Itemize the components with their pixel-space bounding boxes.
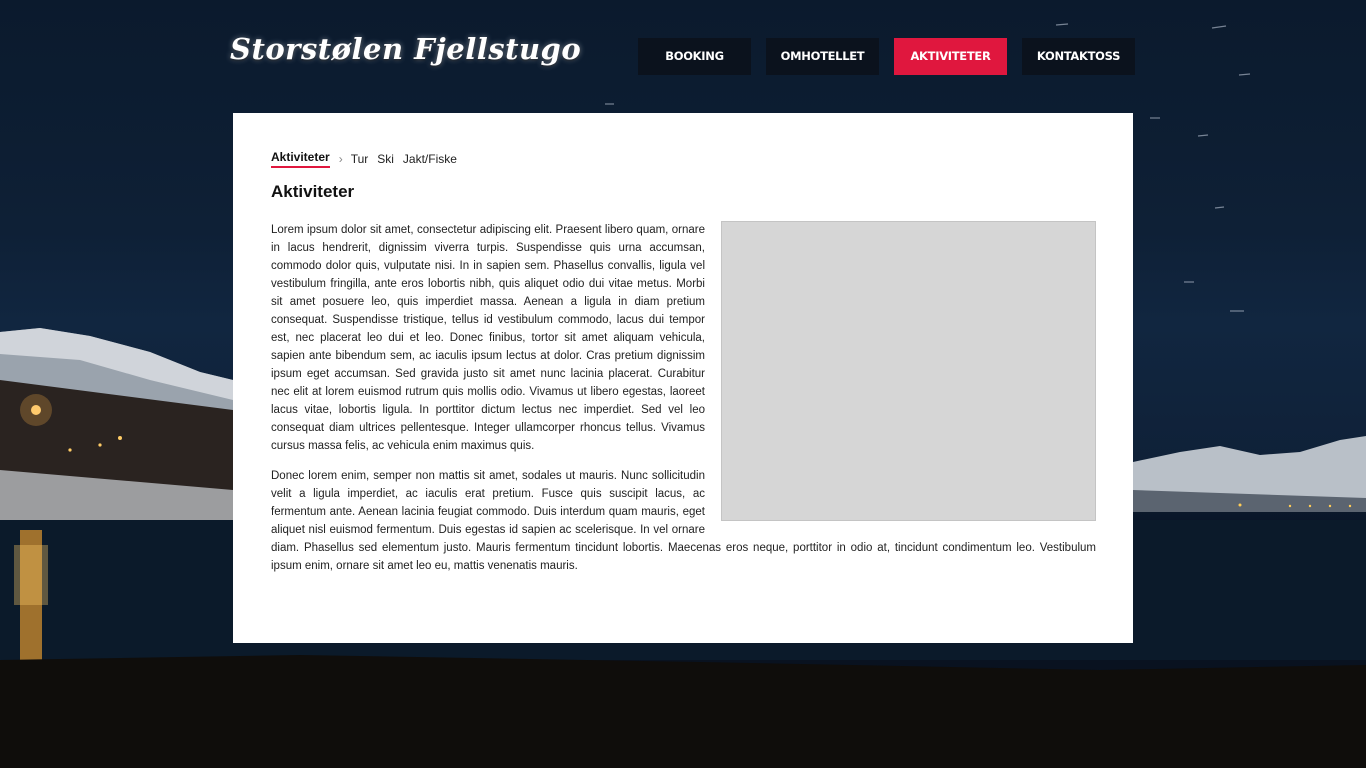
main-navigation: BOOKING OMHOTELLET AKTIVITETER KONTAKTOS…: [638, 38, 1135, 75]
breadcrumb: Aktiviteter › Tur Ski Jakt/Fiske: [271, 150, 466, 168]
nav-booking[interactable]: BOOKING: [638, 38, 751, 75]
breadcrumb-chevron-icon: ›: [338, 152, 343, 166]
content-panel: Aktiviteter › Tur Ski Jakt/Fiske Aktivit…: [233, 113, 1133, 643]
image-placeholder: [721, 221, 1096, 521]
nav-kontaktoss[interactable]: KONTAKTOSS: [1022, 38, 1135, 75]
nav-aktiviteter[interactable]: AKTIVITETER: [894, 38, 1007, 75]
site-logo[interactable]: Storstølen Fjellstugo: [230, 32, 581, 66]
page-title: Aktiviteter: [271, 182, 355, 201]
breadcrumb-link-jakt-fiske[interactable]: Jakt/Fiske: [403, 152, 457, 166]
breadcrumb-current[interactable]: Aktiviteter: [271, 150, 330, 168]
breadcrumb-link-tur[interactable]: Tur: [351, 152, 369, 166]
nav-omhotellet[interactable]: OMHOTELLET: [766, 38, 879, 75]
breadcrumb-link-ski[interactable]: Ski: [377, 152, 394, 166]
article-body: Lorem ipsum dolor sit amet, consectetur …: [271, 221, 1096, 587]
